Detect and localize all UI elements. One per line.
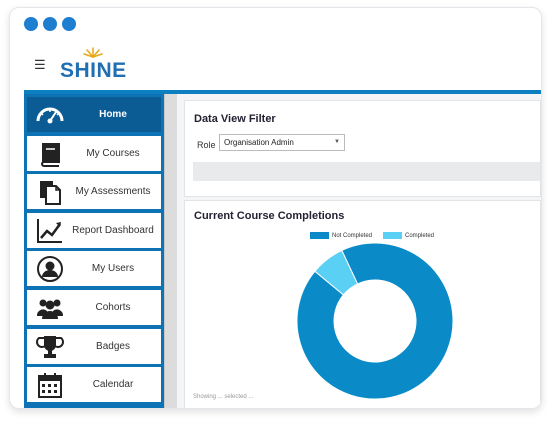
chevron-down-icon: ▼ — [334, 139, 340, 145]
sidebar-item-my-users[interactable]: My Users — [27, 251, 161, 288]
legend-label: Not Completed — [332, 233, 373, 240]
sidebar-scrollbar[interactable] — [164, 94, 177, 408]
role-label: Role — [197, 140, 216, 150]
window-dot-icon[interactable] — [24, 17, 38, 31]
legend-item[interactable]: Not Completed — [310, 232, 372, 239]
sidebar-item-label: Report Dashboard — [72, 224, 154, 236]
sidebar-item-label: Badges — [96, 340, 130, 352]
hamburger-icon[interactable]: ☰ — [34, 57, 46, 73]
filter-title: Data View Filter — [194, 113, 276, 125]
logo-text: SHINE — [60, 59, 127, 82]
user-icon — [35, 255, 65, 283]
sidebar: Home My Courses My Assessments Report Dashb… — [24, 94, 164, 408]
sun-rays-icon — [83, 47, 103, 58]
legend-swatch — [383, 232, 402, 239]
trophy-icon — [35, 333, 65, 361]
sidebar-item-calendar[interactable]: Calendar — [27, 367, 161, 404]
sidebar-item-label: Calendar — [92, 379, 134, 391]
documents-icon — [35, 178, 65, 206]
role-select-value: Organisation Admin — [224, 138, 294, 147]
window-dot-icon[interactable] — [62, 17, 76, 31]
completions-title: Current Course Completions — [194, 210, 345, 222]
app-window: ☰ SHINE Home My Courses My Assessments Repo… — [24, 40, 541, 408]
top-bar: ☰ SHINE — [24, 40, 541, 94]
sidebar-item-cohorts[interactable]: Cohorts — [27, 290, 161, 326]
calendar-icon — [35, 371, 65, 399]
sidebar-item-home[interactable]: Home — [27, 97, 161, 133]
sidebar-item-label: Cohorts — [95, 302, 131, 313]
legend-label: Completed — [405, 233, 435, 240]
book-icon — [35, 140, 65, 168]
sidebar-item-label: My Courses — [86, 147, 140, 159]
sidebar-item-badges[interactable]: Badges — [27, 328, 161, 365]
completions-donut-chart — [296, 242, 454, 400]
role-select[interactable]: Organisation Admin ▼ — [219, 134, 345, 151]
group-icon — [35, 294, 65, 322]
line-chart-icon — [35, 217, 65, 245]
window-dot-icon[interactable] — [43, 17, 57, 31]
filter-options-bar — [193, 162, 540, 181]
sidebar-item-my-courses[interactable]: My Courses — [27, 135, 161, 172]
data-view-filter-panel: Data View Filter Role Organisation Admin… — [184, 100, 541, 197]
legend-swatch — [310, 232, 329, 239]
sidebar-item-label: My Users — [91, 263, 135, 275]
sidebar-item-label: Home — [99, 109, 127, 120]
sidebar-item-report-dashboard[interactable]: Report Dashboard — [27, 212, 161, 249]
speedometer-icon — [35, 101, 65, 129]
legend-item[interactable]: Completed — [383, 232, 434, 239]
completions-footnote: Showing ... selected ... — [193, 394, 254, 400]
sidebar-item-label: My Assessments — [75, 186, 151, 198]
browser-frame: ☰ SHINE Home My Courses My Assessments Repo… — [9, 7, 542, 409]
course-completions-panel: Current Course Completions Not Completed… — [184, 200, 541, 408]
sidebar-item-my-assessments[interactable]: My Assessments — [27, 174, 161, 211]
